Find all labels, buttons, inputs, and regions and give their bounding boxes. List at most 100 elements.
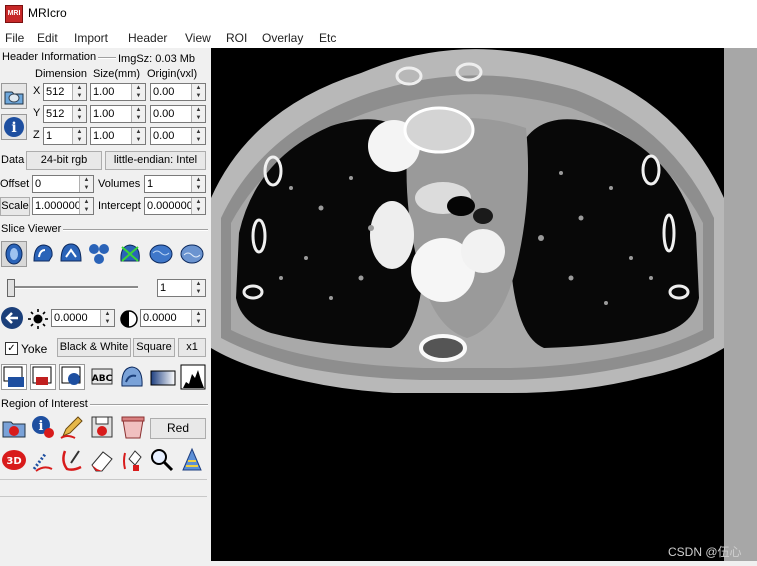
- back-button[interactable]: [0, 306, 24, 330]
- size-x-input[interactable]: 1.00 ▲ ▼: [90, 83, 146, 101]
- brain-right-button[interactable]: [178, 241, 206, 267]
- spin-arrows[interactable]: ▲ ▼: [131, 128, 145, 144]
- data-type-button[interactable]: 24-bit rgb: [26, 151, 102, 170]
- scale-input[interactable]: 1.000000 ▲ ▼: [32, 197, 94, 215]
- slice-slider-thumb[interactable]: [7, 279, 15, 297]
- max-intensity-input[interactable]: 0.0000 ▲ ▼: [140, 309, 206, 327]
- abc-icon: ABC: [91, 368, 113, 385]
- dim-y-input[interactable]: 512 ▲ ▼: [43, 105, 87, 123]
- size-y-value: 1.00: [93, 108, 115, 120]
- image-viewer[interactable]: [211, 48, 724, 561]
- menu-overlay[interactable]: Overlay: [262, 31, 303, 45]
- fill-icon: [123, 450, 142, 471]
- open-header-button[interactable]: [1, 83, 27, 109]
- scale-button[interactable]: Scale: [0, 197, 30, 216]
- roi-info-button[interactable]: i: [30, 414, 56, 440]
- gradient-button[interactable]: [149, 366, 177, 390]
- menu-import[interactable]: Import: [74, 31, 108, 45]
- trash-button[interactable]: [119, 414, 147, 440]
- spin-arrows[interactable]: ▲ ▼: [191, 310, 205, 326]
- fill-button[interactable]: [119, 447, 145, 473]
- offset-input[interactable]: 0 ▲ ▼: [32, 175, 94, 193]
- render-3d-button[interactable]: 3D: [1, 447, 27, 473]
- intercept-input[interactable]: 0.000000 ▲ ▼: [144, 197, 206, 215]
- endian-button[interactable]: little-endian: Intel: [105, 151, 206, 170]
- roi-open-button[interactable]: [1, 414, 27, 440]
- bottom-strip: [211, 561, 757, 566]
- size-z-input[interactable]: 1.00 ▲ ▼: [90, 127, 146, 145]
- layout-1-button[interactable]: [1, 364, 27, 390]
- slice-number-input[interactable]: 1 ▲ ▼: [157, 279, 206, 297]
- aspect-button[interactable]: Square: [133, 338, 175, 357]
- sun-icon: [28, 309, 48, 329]
- menu-roi[interactable]: ROI: [226, 31, 247, 45]
- origin-z-input[interactable]: 0.00 ▲ ▼: [150, 127, 206, 145]
- zoom-button[interactable]: x1: [178, 338, 206, 357]
- min-intensity-input[interactable]: 0.0000 ▲ ▼: [51, 309, 115, 327]
- status-strip: [0, 479, 207, 497]
- volumes-input[interactable]: 1 ▲ ▼: [144, 175, 206, 193]
- spin-arrows[interactable]: ▲ ▼: [79, 198, 93, 214]
- header-info-button[interactable]: i: [1, 114, 27, 140]
- brain-left-button[interactable]: [147, 241, 175, 267]
- spin-arrows[interactable]: ▲ ▼: [191, 128, 205, 144]
- roi-color-button[interactable]: Red: [150, 418, 206, 439]
- volumes-value: 1: [147, 178, 154, 190]
- spin-arrows[interactable]: ▲ ▼: [191, 84, 205, 100]
- slice-slider-track[interactable]: [10, 286, 138, 289]
- freehand-pen-button[interactable]: [59, 447, 85, 473]
- slice-number-value: 1: [160, 282, 167, 294]
- histogram-button[interactable]: [180, 364, 206, 390]
- eraser-button[interactable]: [89, 447, 115, 473]
- pen-icon: [60, 416, 83, 439]
- contrast-button[interactable]: [118, 308, 140, 330]
- roi-save-button[interactable]: [89, 414, 115, 440]
- origin-x-input[interactable]: 0.00 ▲ ▼: [150, 83, 206, 101]
- spin-arrows[interactable]: ▲ ▼: [131, 84, 145, 100]
- yoke-checkbox[interactable]: ✓: [5, 342, 18, 355]
- pen-button[interactable]: [59, 414, 85, 440]
- magnifier-button[interactable]: [149, 447, 175, 473]
- blend-button[interactable]: [118, 364, 146, 390]
- spin-arrows[interactable]: ▲ ▼: [72, 84, 86, 100]
- menu-edit[interactable]: Edit: [37, 31, 58, 45]
- multiplanar-view-button[interactable]: [86, 241, 112, 267]
- menu-file[interactable]: File: [5, 31, 24, 45]
- dim-z-input[interactable]: 1 ▲ ▼: [43, 127, 87, 145]
- dim-x-input[interactable]: 512 ▲ ▼: [43, 83, 87, 101]
- size-z-value: 1.00: [93, 130, 115, 142]
- dim-z-value: 1: [46, 130, 53, 142]
- spin-arrows[interactable]: ▲ ▼: [72, 128, 86, 144]
- dotted-pen-button[interactable]: [30, 447, 56, 473]
- spin-arrows[interactable]: ▲ ▼: [79, 176, 93, 192]
- spin-arrows[interactable]: ▲ ▼: [72, 106, 86, 122]
- brightness-button[interactable]: [27, 308, 49, 330]
- ct-slice-image: [211, 48, 724, 561]
- colormap-button[interactable]: Black & White: [57, 338, 131, 357]
- sagittal-view-button[interactable]: [30, 241, 56, 267]
- head-blend-icon: [121, 366, 143, 387]
- render-view-button[interactable]: [116, 241, 144, 267]
- cone-button[interactable]: [179, 447, 205, 473]
- spin-arrows[interactable]: ▲ ▼: [191, 198, 205, 214]
- spin-arrows[interactable]: ▲ ▼: [191, 176, 205, 192]
- menu-view[interactable]: View: [185, 31, 211, 45]
- spin-arrows[interactable]: ▲ ▼: [100, 310, 114, 326]
- size-y-input[interactable]: 1.00 ▲ ▼: [90, 105, 146, 123]
- histogram-icon: [180, 364, 206, 390]
- menu-etc[interactable]: Etc: [319, 31, 336, 45]
- spin-arrows[interactable]: ▲ ▼: [191, 106, 205, 122]
- layout-3-button[interactable]: [59, 364, 85, 390]
- spin-arrows[interactable]: ▲ ▼: [191, 280, 205, 296]
- spin-arrows[interactable]: ▲ ▼: [131, 106, 145, 122]
- origin-y-input[interactable]: 0.00 ▲ ▼: [150, 105, 206, 123]
- coronal-view-button[interactable]: [58, 241, 84, 267]
- axial-view-button[interactable]: [1, 241, 27, 267]
- head-coronal-icon: [60, 243, 82, 262]
- origin-y-value: 0.00: [153, 108, 175, 120]
- arrow-left-icon: [1, 307, 23, 329]
- layout-2-button[interactable]: [30, 364, 56, 390]
- menu-header[interactable]: Header: [128, 31, 167, 45]
- brain-left-icon: [149, 244, 173, 264]
- label-button[interactable]: ABC: [89, 364, 115, 390]
